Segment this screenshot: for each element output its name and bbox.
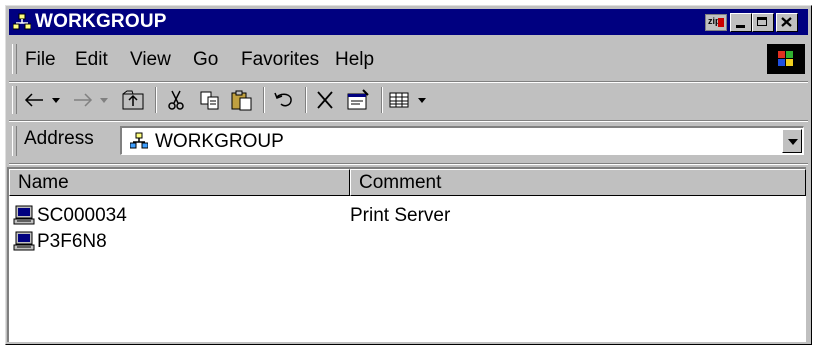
menu-view[interactable]: View (130, 49, 171, 71)
menu-bar: File Edit View Go Favorites Help (9, 40, 808, 80)
menu-help[interactable]: Help (335, 49, 374, 71)
forward-icon (74, 93, 108, 107)
title-bar[interactable]: WORKGROUP zip (9, 9, 808, 35)
menu-favorites[interactable]: Favorites (241, 49, 319, 71)
address-value: WORKGROUP (155, 131, 284, 152)
address-input[interactable]: WORKGROUP (120, 126, 804, 155)
address-label: Address (24, 128, 94, 149)
copy-button[interactable] (195, 85, 225, 115)
back-button[interactable] (23, 85, 69, 115)
minimize-button[interactable] (730, 13, 752, 32)
address-dropdown-button[interactable] (782, 129, 802, 153)
up-button[interactable] (118, 85, 148, 115)
views-button[interactable] (386, 85, 436, 115)
close-button[interactable] (776, 13, 798, 32)
menu-go[interactable]: Go (193, 49, 218, 71)
windows-flag-icon (778, 51, 793, 66)
network-icon (13, 13, 31, 30)
views-icon (389, 92, 426, 108)
zip-icon[interactable]: zip (705, 14, 727, 31)
address-separator-line (9, 163, 808, 165)
properties-icon (347, 89, 369, 110)
computer-icon (13, 205, 35, 225)
undo-icon (274, 92, 292, 107)
list-item[interactable]: P3F6N8 (9, 229, 799, 253)
column-header-comment[interactable]: Comment (350, 169, 806, 196)
undo-button[interactable] (268, 85, 300, 115)
item-name: SC000034 (37, 205, 127, 226)
menu-grip[interactable] (12, 44, 17, 74)
window-title: WORKGROUP (35, 11, 167, 32)
address-bar: Address WORKGROUP (9, 122, 808, 162)
paste-button[interactable] (227, 85, 257, 115)
cut-icon (168, 90, 184, 110)
delete-icon (317, 91, 333, 109)
copy-icon (200, 91, 219, 110)
maximize-button[interactable] (752, 13, 774, 32)
item-name: P3F6N8 (37, 231, 107, 252)
toolbar-grip[interactable] (12, 86, 17, 114)
menu-edit[interactable]: Edit (75, 49, 108, 71)
network-icon (130, 132, 148, 149)
forward-button[interactable] (71, 85, 117, 115)
toolbar-separator (155, 87, 157, 113)
cut-button[interactable] (161, 85, 191, 115)
delete-button[interactable] (309, 85, 341, 115)
toolbar-separator (263, 87, 265, 113)
list-item[interactable]: SC000034 Print Server (9, 203, 799, 227)
menu-file[interactable]: File (25, 49, 56, 71)
address-grip[interactable] (12, 126, 17, 156)
file-list[interactable]: Name Comment SC000034 Print Server P3F6N… (7, 167, 806, 342)
properties-button[interactable] (342, 85, 374, 115)
close-icon (781, 17, 792, 27)
toolbar-separator (305, 87, 307, 113)
up-folder-icon (122, 90, 144, 110)
toolbar-separator (381, 87, 383, 113)
column-header-name[interactable]: Name (9, 169, 350, 196)
computer-icon (13, 231, 35, 251)
paste-icon (231, 90, 252, 111)
item-comment: Print Server (350, 205, 451, 226)
windows-logo (767, 44, 805, 74)
back-icon (24, 93, 60, 107)
standard-toolbar (9, 83, 808, 119)
